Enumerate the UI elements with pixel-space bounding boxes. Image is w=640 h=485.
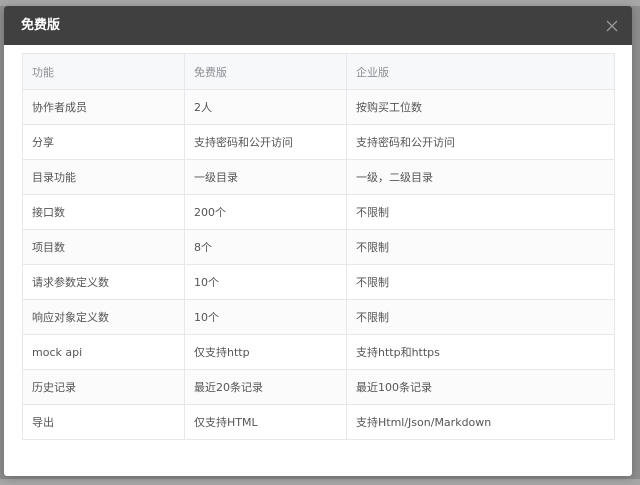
feature-cell: 项目数 [22, 229, 185, 265]
free-cell: 8个 [184, 229, 347, 265]
enterprise-cell: 不限制 [346, 299, 615, 335]
free-cell: 仅支持http [184, 334, 347, 370]
feature-cell: 分享 [22, 124, 185, 160]
table-row: 项目数 8个 不限制 [22, 229, 615, 265]
column-header-feature: 功能 [22, 53, 185, 90]
free-cell: 200个 [184, 194, 347, 230]
free-cell: 一级目录 [184, 159, 347, 195]
free-cell: 10个 [184, 264, 347, 300]
pricing-modal: 免费版 功能 免费版 企业版 协作者成员 2人 按购买工位数 分享 支持密码和公… [4, 6, 632, 476]
table-row: 目录功能 一级目录 一级，二级目录 [22, 159, 615, 195]
table-row: 接口数 200个 不限制 [22, 194, 615, 230]
feature-cell: 协作者成员 [22, 89, 185, 125]
enterprise-cell: 不限制 [346, 194, 615, 230]
table-row: mock api 仅支持http 支持http和https [22, 334, 615, 370]
enterprise-cell: 一级，二级目录 [346, 159, 615, 195]
free-cell: 支持密码和公开访问 [184, 124, 347, 160]
table-row: 请求参数定义数 10个 不限制 [22, 264, 615, 300]
feature-cell: 导出 [22, 404, 185, 440]
enterprise-cell: 不限制 [346, 264, 615, 300]
enterprise-cell: 支持Html/Json/Markdown [346, 404, 615, 440]
close-button[interactable] [600, 14, 624, 38]
backdrop-bottom-strip [0, 479, 640, 485]
table-row: 协作者成员 2人 按购买工位数 [22, 89, 615, 125]
table-row: 分享 支持密码和公开访问 支持密码和公开访问 [22, 124, 615, 160]
feature-cell: 请求参数定义数 [22, 264, 185, 300]
modal-title: 免费版 [21, 18, 61, 33]
feature-cell: 历史记录 [22, 369, 185, 405]
table-row: 历史记录 最近20条记录 最近100条记录 [22, 369, 615, 405]
enterprise-cell: 最近100条记录 [346, 369, 615, 405]
feature-cell: 接口数 [22, 194, 185, 230]
enterprise-cell: 不限制 [346, 229, 615, 265]
free-cell: 最近20条记录 [184, 369, 347, 405]
table-row: 响应对象定义数 10个 不限制 [22, 299, 615, 335]
free-cell: 2人 [184, 89, 347, 125]
modal-header: 免费版 [4, 6, 632, 45]
column-header-enterprise: 企业版 [346, 53, 615, 90]
enterprise-cell: 支持密码和公开访问 [346, 124, 615, 160]
free-cell: 仅支持HTML [184, 404, 347, 440]
enterprise-cell: 支持http和https [346, 334, 615, 370]
feature-cell: 目录功能 [22, 159, 185, 195]
column-header-free: 免费版 [184, 53, 347, 90]
feature-comparison-table: 功能 免费版 企业版 协作者成员 2人 按购买工位数 分享 支持密码和公开访问 … [22, 53, 615, 440]
modal-body: 功能 免费版 企业版 协作者成员 2人 按购买工位数 分享 支持密码和公开访问 … [4, 45, 632, 440]
feature-cell: 响应对象定义数 [22, 299, 185, 335]
table-header-row: 功能 免费版 企业版 [22, 53, 615, 90]
feature-cell: mock api [22, 334, 185, 370]
free-cell: 10个 [184, 299, 347, 335]
close-icon [606, 20, 618, 32]
enterprise-cell: 按购买工位数 [346, 89, 615, 125]
table-row: 导出 仅支持HTML 支持Html/Json/Markdown [22, 404, 615, 440]
